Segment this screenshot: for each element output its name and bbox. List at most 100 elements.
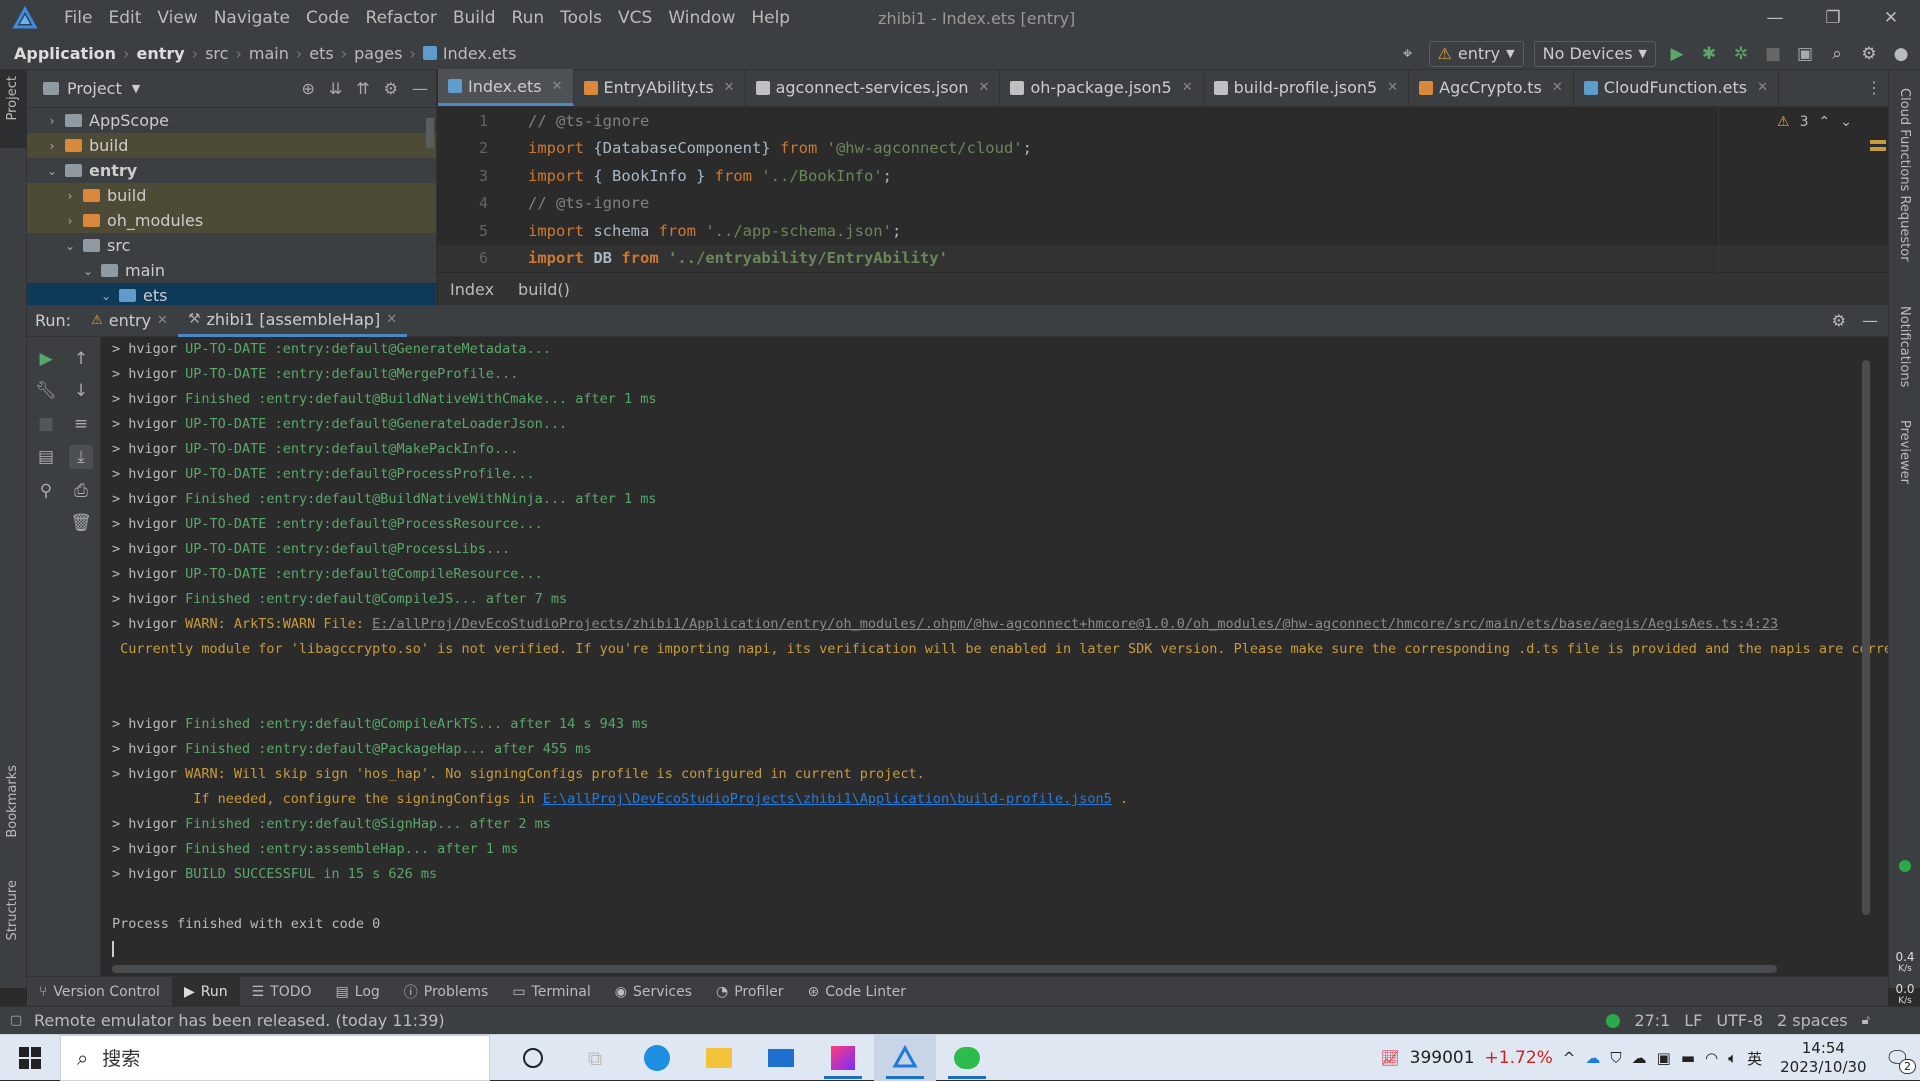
tab-version-control[interactable]: ⑂Version Control xyxy=(27,977,172,1007)
scroll-to-end-icon[interactable]: ⤓ xyxy=(69,445,93,469)
cloud-functions-tool-label[interactable]: Cloud Functions Requestor xyxy=(1897,88,1912,262)
menu-file[interactable]: File xyxy=(56,0,100,37)
display-icon[interactable]: ▣ xyxy=(1657,1049,1671,1067)
print-icon[interactable]: ⎙ xyxy=(69,479,93,503)
breadcrumb-item[interactable]: main xyxy=(249,44,289,63)
wechat-icon[interactable] xyxy=(936,1035,998,1081)
tree-item[interactable]: ›build xyxy=(27,133,436,158)
notifications-tool-label[interactable]: Notifications xyxy=(1897,306,1912,387)
breadcrumb-item[interactable]: Application xyxy=(14,44,116,63)
tab-profiler[interactable]: ◔Profiler xyxy=(704,977,796,1007)
menu-refactor[interactable]: Refactor xyxy=(358,0,445,37)
project-view-select[interactable]: Project xyxy=(67,79,122,98)
locate-icon[interactable]: ⊕ xyxy=(301,79,314,98)
debug-icon[interactable]: ✱ xyxy=(1698,43,1720,65)
chevron-down-icon[interactable]: ▼ xyxy=(132,82,140,95)
search-icon[interactable]: ⌕ xyxy=(1826,43,1848,65)
code-view[interactable]: 1// @ts-ignore2import {DatabaseComponent… xyxy=(438,107,1888,273)
warning-marker[interactable] xyxy=(1870,140,1886,144)
menu-run[interactable]: Run xyxy=(504,0,553,37)
trash-icon[interactable]: 🗑︎ xyxy=(69,511,93,535)
code-line[interactable]: 6import DB from '../entryability/EntryAb… xyxy=(438,245,1888,273)
chevron-down-icon[interactable]: ⌄ xyxy=(1840,114,1852,130)
taskbar-search[interactable]: ⌕ 搜索 xyxy=(60,1035,490,1081)
editor-tab[interactable]: agconnect-services.json✕ xyxy=(746,69,1001,106)
menu-code[interactable]: Code xyxy=(298,0,358,37)
vpn-icon[interactable]: ⛉ xyxy=(1610,1049,1621,1067)
tab-code-linter[interactable]: ⊛Code Linter xyxy=(796,977,918,1007)
chevron-up-icon[interactable]: ⌃ xyxy=(1819,114,1831,130)
clock[interactable]: 14:54 2023/10/30 xyxy=(1772,1039,1874,1077)
tree-item[interactable]: ⌄main xyxy=(27,258,436,283)
bookmarks-tool-label[interactable]: Bookmarks xyxy=(5,765,20,838)
console-hscrollbar[interactable] xyxy=(112,965,1777,973)
warning-marker[interactable] xyxy=(1870,147,1886,151)
tab-run[interactable]: ▶Run xyxy=(172,977,240,1007)
arrow-down-icon[interactable]: ↓ xyxy=(69,379,93,403)
menu-tools[interactable]: Tools xyxy=(552,0,610,37)
menu-edit[interactable]: Edit xyxy=(100,0,149,37)
structure-tool-label[interactable]: Structure xyxy=(5,880,20,940)
status-message[interactable]: Remote emulator has been released. (toda… xyxy=(0,1011,445,1030)
tab-log[interactable]: ▤Log xyxy=(324,977,392,1007)
tree-item[interactable]: ›AppScope xyxy=(27,108,436,133)
chevron-down-icon[interactable]: ⌄ xyxy=(45,164,59,178)
close-icon[interactable]: ✕ xyxy=(1862,0,1920,37)
chevron-down-icon[interactable]: ⌄ xyxy=(99,289,113,303)
device-manager-icon[interactable]: ▣ xyxy=(1794,43,1816,65)
menu-build[interactable]: Build xyxy=(445,0,504,37)
device-select[interactable]: No Devices ▼ xyxy=(1534,41,1656,67)
chevron-down-icon[interactable]: ⌄ xyxy=(81,264,95,278)
settings-icon[interactable]: ⚙ xyxy=(1858,43,1880,65)
tab-problems[interactable]: ⓘProblems xyxy=(392,977,501,1007)
tree-item[interactable]: ›build xyxy=(27,183,436,208)
breadcrumb-item[interactable]: src xyxy=(205,44,228,63)
console-scrollbar[interactable] xyxy=(1862,360,1870,915)
close-tab-icon[interactable]: ✕ xyxy=(157,313,168,328)
code-line[interactable]: 3import { BookInfo } from '../BookInfo'; xyxy=(438,162,1888,190)
gear-icon[interactable]: ⚙ xyxy=(1832,311,1846,330)
menu-vcs[interactable]: VCS xyxy=(610,0,660,37)
tab-services[interactable]: ◉Services xyxy=(603,977,704,1007)
cortana-icon[interactable] xyxy=(502,1035,564,1081)
rerun-icon[interactable]: ▶ xyxy=(34,347,58,371)
editor-tab[interactable]: Index.ets✕ xyxy=(438,69,574,106)
hide-panel-icon[interactable]: — xyxy=(1862,311,1878,330)
tab-terminal[interactable]: ▭Terminal xyxy=(500,977,602,1007)
target-icon[interactable]: ⌖ xyxy=(1397,43,1419,65)
close-tab-icon[interactable]: ✕ xyxy=(979,80,990,95)
menu-window[interactable]: Window xyxy=(660,0,743,37)
code-crumb-item[interactable]: build() xyxy=(518,280,570,299)
project-tool-button[interactable]: Project xyxy=(0,70,27,148)
expand-all-icon[interactable]: ⇊ xyxy=(329,79,342,98)
tree-item[interactable]: ⌄src xyxy=(27,233,436,258)
stock-value[interactable]: 399001 xyxy=(1410,1048,1475,1068)
battery-icon[interactable]: ▬ xyxy=(1681,1049,1695,1067)
onedrive-icon[interactable]: ☁ xyxy=(1585,1049,1600,1067)
cloud-icon[interactable]: ☁ xyxy=(1632,1049,1647,1067)
module-select[interactable]: ⚠ entry ▼ xyxy=(1429,41,1524,67)
intellij-icon[interactable] xyxy=(812,1035,874,1081)
code-crumb-item[interactable]: Index xyxy=(450,280,494,299)
edge-icon[interactable] xyxy=(626,1035,688,1081)
breadcrumb-item[interactable]: ets xyxy=(309,44,333,63)
close-tab-icon[interactable]: ✕ xyxy=(1387,80,1398,95)
layout-icon[interactable]: ▤ xyxy=(34,445,58,469)
deveco-studio-icon[interactable] xyxy=(874,1035,936,1081)
close-tab-icon[interactable]: ✕ xyxy=(1552,80,1563,95)
chevron-down-icon[interactable]: ⌄ xyxy=(63,239,77,253)
console-output[interactable]: > hvigor UP-TO-DATE :entry:default@Gener… xyxy=(101,337,1888,977)
status-ok-icon[interactable] xyxy=(1606,1014,1620,1028)
run-tab-entry[interactable]: ⚠ entry ✕ xyxy=(81,305,178,337)
pin-icon[interactable]: ⚲ xyxy=(34,479,58,503)
file-explorer-icon[interactable] xyxy=(688,1035,750,1081)
arrow-up-icon[interactable]: ↑ xyxy=(69,347,93,371)
code-line[interactable]: 2import {DatabaseComponent} from '@hw-ag… xyxy=(438,135,1888,163)
close-tab-icon[interactable]: ✕ xyxy=(724,80,735,95)
ime-indicator[interactable]: 英 xyxy=(1747,1048,1762,1069)
tree-item[interactable]: ⌄ets xyxy=(27,283,436,305)
hide-panel-icon[interactable]: — xyxy=(412,79,428,98)
panel-toggle-icon[interactable]: ▢ xyxy=(10,1013,22,1028)
stock-chart-icon[interactable]: 📈︎ xyxy=(1381,1049,1400,1067)
stop-icon[interactable]: ■ xyxy=(34,412,58,436)
